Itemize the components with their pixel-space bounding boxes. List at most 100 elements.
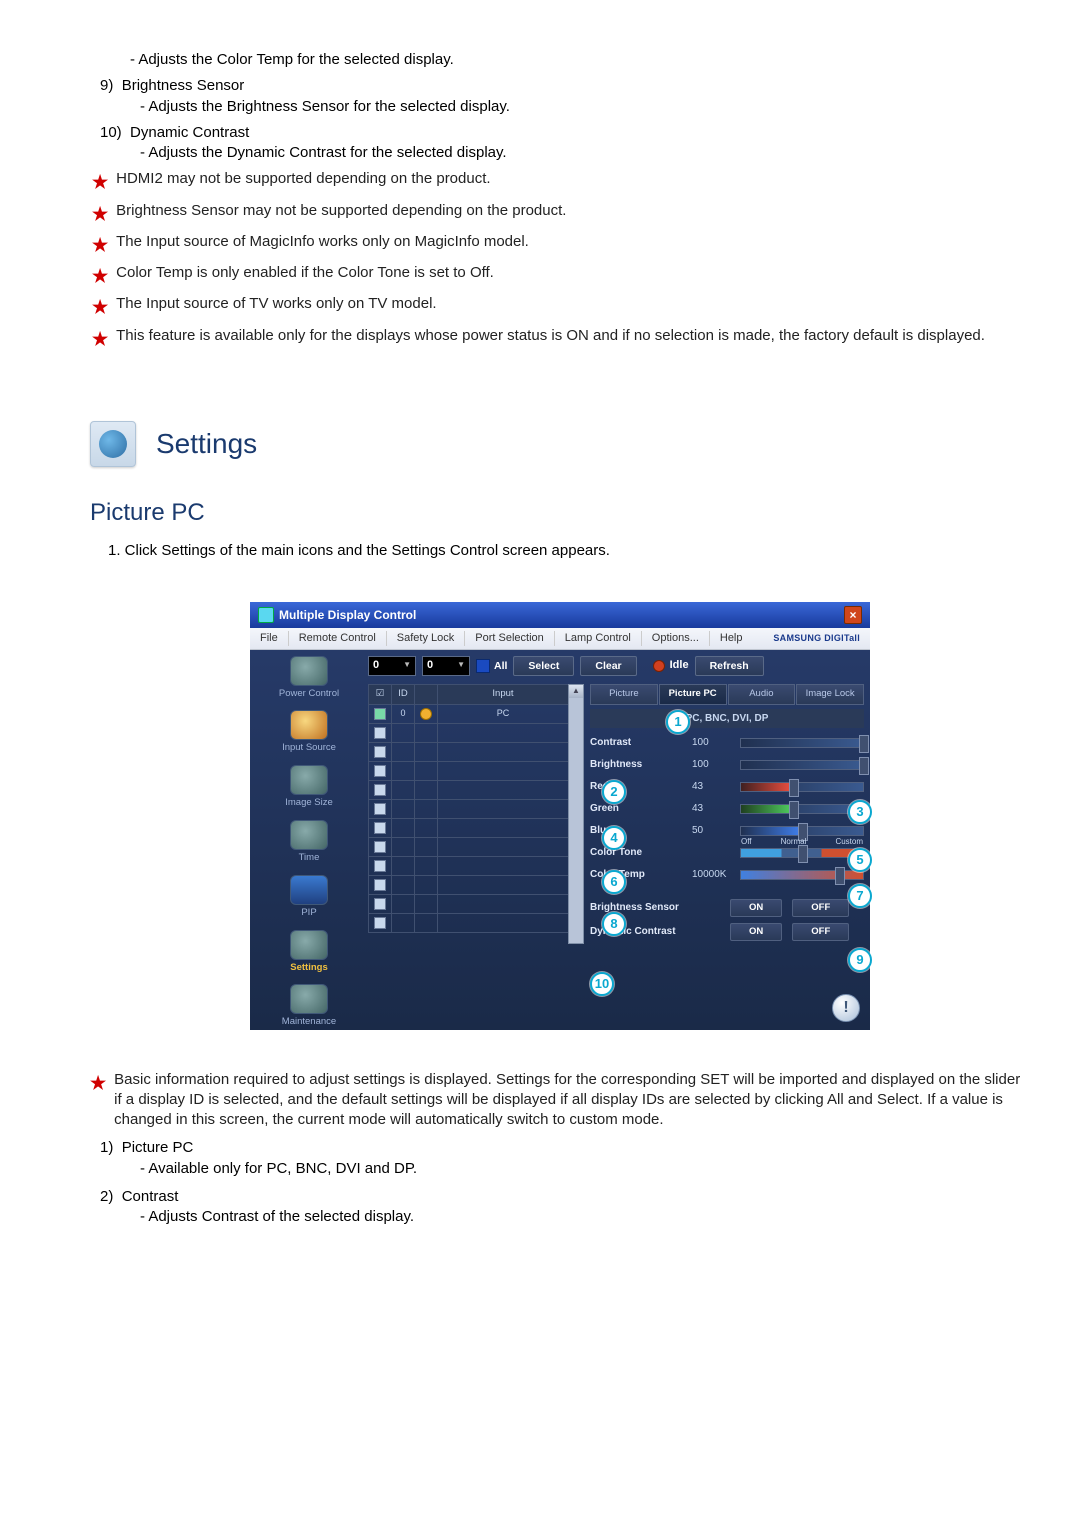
menu-remote-control[interactable]: Remote Control [289,631,387,646]
close-button[interactable]: × [844,606,862,624]
info-button[interactable]: ! [832,994,860,1022]
sidebar-power-control[interactable]: Power Control [254,656,364,701]
menu-lamp-control[interactable]: Lamp Control [555,631,642,646]
instruction-1: 1. Click Settings of the main icons and … [108,541,1030,561]
color-temp-slider[interactable] [740,870,864,880]
brightness-sensor-off[interactable]: OFF [792,899,849,918]
dynamic-contrast-off[interactable]: OFF [792,923,849,942]
tab-picture[interactable]: Picture [590,684,658,705]
grid-row-empty [368,781,569,800]
tab-picture-pc[interactable]: Picture PC [659,684,727,705]
row-checkbox[interactable] [374,898,386,910]
dynamic-contrast-row: Dynamic Contrast ON OFF [590,920,864,944]
brightness-sensor-row: Brightness Sensor ON OFF [590,896,864,920]
top-control-row: 0▼ 0▼ All Select Clear Idle Refresh [368,656,864,676]
panel-subtitle: PC, BNC, DVI, DP [590,709,864,729]
tab-audio[interactable]: Audio [728,684,796,705]
settings-section-title: Settings [156,425,257,463]
item-10-number: 10) [100,124,122,141]
row-input: PC [438,705,568,723]
item-9-title: Brightness Sensor [122,77,245,94]
input-icon [290,710,328,740]
red-slider[interactable] [740,782,864,792]
contrast-slider[interactable] [740,738,864,748]
blue-slider[interactable] [740,826,864,836]
sidebar-image-size[interactable]: Image Size [254,765,364,810]
sidebar-time[interactable]: Time [254,820,364,865]
maintenance-icon [290,984,328,1014]
settings-icon [290,930,328,960]
grid-header-check[interactable]: ☑ [369,685,392,704]
idle-label: Idle [670,658,689,673]
row-checkbox[interactable] [374,765,386,777]
item-9-desc: - Adjusts the Brightness Sensor for the … [140,97,1030,117]
menu-options[interactable]: Options... [642,631,710,646]
row-checkbox[interactable] [374,727,386,739]
grid-row-empty [368,743,569,762]
window-title-text: Multiple Display Control [279,607,416,623]
mdc-menubar: File Remote Control Safety Lock Port Sel… [250,628,870,650]
menu-file[interactable]: File [250,631,289,646]
display-grid: ☑ ID Input 0 PC [368,684,569,944]
post-item-1: 1) Picture PC [100,1138,1030,1158]
contrast-row: Contrast 100 [590,732,864,754]
post-item-2: 2) Contrast [100,1187,1030,1207]
color-tone-slider[interactable]: Off Normal Custom [740,848,864,858]
refresh-button[interactable]: Refresh [695,656,764,676]
item-9-number: 9) [100,77,113,94]
sidebar-input-source[interactable]: Input Source [254,710,364,755]
tab-image-lock[interactable]: Image Lock [796,684,864,705]
row-checkbox[interactable] [374,917,386,929]
row-checkbox[interactable] [374,746,386,758]
row-checkbox[interactable] [374,803,386,815]
brightness-slider[interactable] [740,760,864,770]
brightness-sensor-on[interactable]: ON [730,899,782,918]
sidebar-maintenance[interactable]: Maintenance [254,984,364,1029]
grid-row-0[interactable]: 0 PC [368,705,569,724]
callout-7: 7 [848,884,872,908]
time-icon [290,820,328,850]
item-10-desc: - Adjusts the Dynamic Contrast for the s… [140,143,1030,163]
grid-row-empty [368,857,569,876]
green-slider[interactable] [740,804,864,814]
all-checkbox[interactable]: All [476,659,507,673]
sidebar-settings[interactable]: Settings [254,930,364,975]
row-checkbox[interactable] [374,879,386,891]
grid-row-empty [368,838,569,857]
settings-panel: Picture Picture PC Audio Image Lock PC, … [590,684,864,944]
id-spinner-2[interactable]: 0▼ [422,656,470,676]
green-row: Green 43 [590,798,864,820]
row-id: 0 [392,705,415,723]
star-icon: ★ [92,233,108,257]
star-icon: ★ [92,202,108,226]
callout-4: 4 [602,826,626,850]
callout-6: 6 [602,870,626,894]
id-spinner-1[interactable]: 0▼ [368,656,416,676]
grid-row-empty [368,914,569,933]
menu-port-selection[interactable]: Port Selection [465,631,554,646]
mdc-titlebar[interactable]: Multiple Display Control × [250,602,870,628]
grid-scrollbar[interactable]: ▲ [568,684,584,944]
row-checkbox[interactable] [374,841,386,853]
sidebar-pip[interactable]: PIP [254,875,364,920]
row-checkbox[interactable] [374,784,386,796]
idle-indicator-icon [653,660,665,672]
pip-icon [290,875,328,905]
power-icon [290,656,328,686]
menu-safety-lock[interactable]: Safety Lock [387,631,465,646]
clear-button[interactable]: Clear [580,656,636,676]
item-colortemp-desc: - Adjusts the Color Temp for the selecte… [130,50,1030,70]
row-checkbox[interactable] [374,822,386,834]
menu-help[interactable]: Help [710,631,753,646]
select-button[interactable]: Select [513,656,574,676]
note-2: ★Brightness Sensor may not be supported … [92,201,1030,226]
row-checkbox[interactable] [374,708,386,720]
grid-row-empty [368,876,569,895]
dropdown-icon: ▼ [403,660,411,671]
row-checkbox[interactable] [374,860,386,872]
settings-section-icon [90,421,136,467]
star-icon: ★ [92,264,108,288]
picture-pc-title: Picture PC [90,497,1030,529]
scroll-up-icon[interactable]: ▲ [569,685,583,698]
dynamic-contrast-on[interactable]: ON [730,923,782,942]
